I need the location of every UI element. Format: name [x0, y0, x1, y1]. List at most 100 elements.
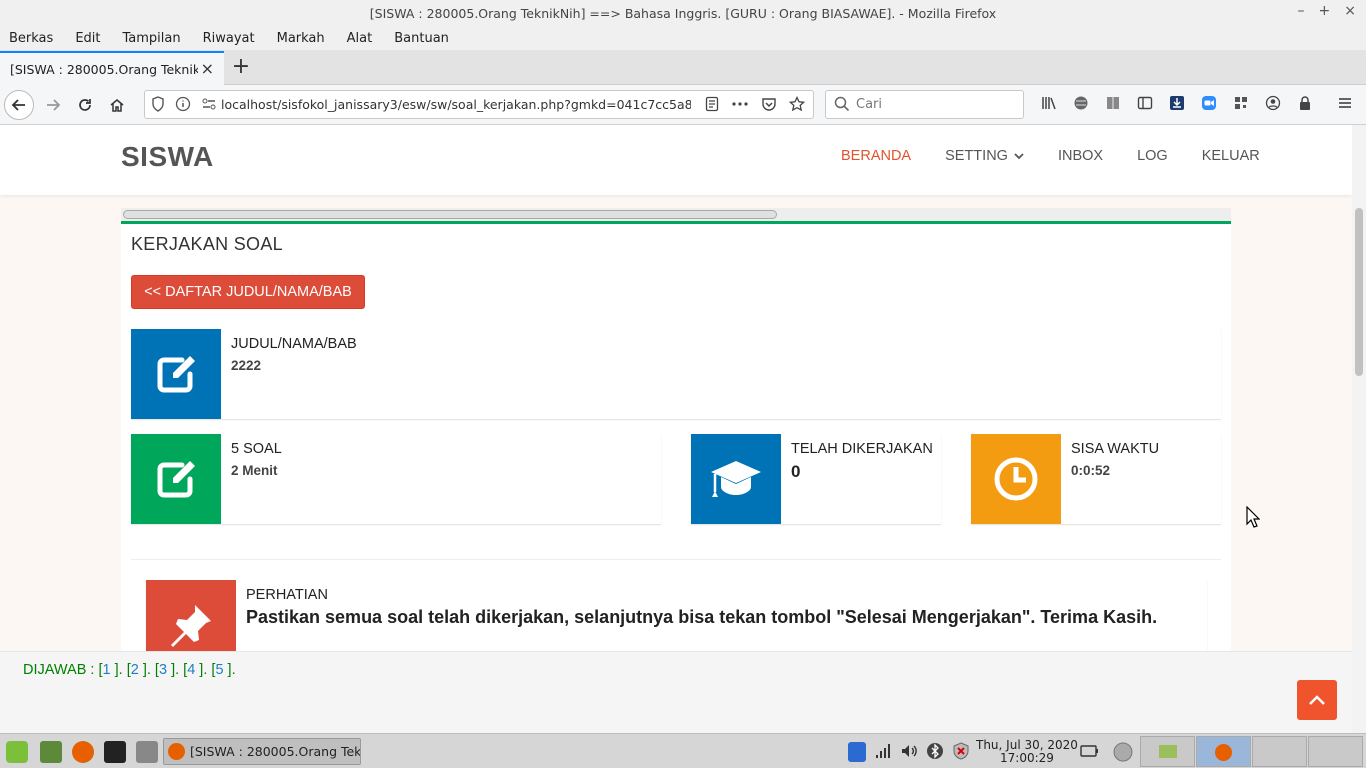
graduation-cap-icon [691, 434, 781, 524]
answer-link-5[interactable]: 5 [215, 662, 223, 678]
terminal-icon[interactable] [104, 741, 126, 763]
nav-beranda[interactable]: BERANDA [841, 148, 911, 164]
mint-menu-icon[interactable] [6, 741, 28, 763]
scroll-to-top-button[interactable] [1297, 680, 1337, 720]
maximize-button[interactable]: + [1319, 3, 1331, 19]
edit-icon [131, 434, 221, 524]
answer-link-4[interactable]: 4 [187, 662, 195, 678]
page-viewport: SISWA BERANDA SETTING INBOX LOG KELUAR K… [0, 125, 1352, 733]
container-icon[interactable] [1104, 95, 1122, 115]
menu-berkas[interactable]: Berkas [9, 31, 53, 46]
network-icon[interactable] [874, 742, 892, 764]
site-brand[interactable]: SISWA [121, 141, 214, 173]
clock[interactable]: Thu, Jul 30, 2020 17:00:29 [976, 739, 1078, 765]
bookmark-star-icon[interactable] [789, 96, 805, 112]
chevron-down-icon [1014, 152, 1024, 163]
horizontal-scrollbar[interactable] [121, 208, 1231, 221]
home-icon[interactable] [102, 90, 132, 120]
back-icon[interactable] [4, 90, 34, 120]
workspace-1[interactable] [1140, 736, 1195, 767]
tab-close-icon[interactable]: × [201, 59, 214, 78]
window-titlebar: [SISWA : 280005.Orang TeknikNih] ==> Bah… [0, 0, 1366, 26]
answer-link-2[interactable]: 2 [131, 662, 139, 678]
site-nav: BERANDA SETTING INBOX LOG KELUAR [841, 148, 1260, 164]
shield-warning-icon[interactable] [952, 742, 970, 764]
judul-label: JUDUL/NAMA/BAB [231, 336, 357, 352]
sidebar-icon[interactable] [1136, 95, 1154, 115]
menu-riwayat[interactable]: Riwayat [203, 31, 255, 46]
page-actions-icon[interactable] [731, 96, 749, 112]
battery-icon[interactable] [1080, 743, 1100, 763]
system-tray [848, 742, 970, 764]
reader-view-icon[interactable] [705, 96, 719, 112]
account-icon[interactable] [1264, 95, 1282, 115]
reload-icon[interactable] [70, 90, 100, 120]
alert-text: Pastikan semua soal telah dikerjakan, se… [246, 607, 1158, 627]
waktu-value: 0:0:52 [1071, 463, 1111, 478]
nav-setting[interactable]: SETTING [945, 148, 1024, 164]
tab-active[interactable]: [SISWA : 280005.Orang TeknikNih × [0, 51, 224, 85]
bluetooth-icon[interactable] [926, 742, 944, 764]
firefox-icon [1215, 744, 1232, 761]
info-box-judul: JUDUL/NAMA/BAB 2222 [131, 329, 1221, 419]
show-desktop-icon[interactable] [40, 741, 62, 763]
permissions-icon[interactable] [201, 96, 217, 112]
volume-icon[interactable] [900, 742, 918, 764]
panel-top-border [121, 221, 1231, 224]
vertical-scrollbar[interactable] [1352, 125, 1366, 733]
edit-icon [131, 329, 221, 419]
firefox-icon [168, 743, 185, 760]
bluetooth-app-icon[interactable] [848, 742, 866, 762]
info-icon[interactable] [175, 96, 191, 112]
tab-bar: [SISWA : 280005.Orang TeknikNih × + [0, 50, 1366, 85]
download-icon[interactable] [1168, 95, 1186, 115]
answer-link-1[interactable]: 1 [103, 662, 111, 678]
search-placeholder: Cari [856, 97, 882, 112]
zoom-meeting-icon[interactable] [1200, 95, 1218, 115]
globe-icon[interactable] [1072, 95, 1090, 115]
daftar-judul-button[interactable]: << DAFTAR JUDUL/NAMA/BAB [131, 275, 365, 309]
workspace-4[interactable] [1308, 736, 1363, 767]
files-icon[interactable] [136, 741, 158, 763]
search-input[interactable]: Cari [825, 90, 1024, 119]
close-window-button[interactable]: × [1344, 3, 1356, 19]
mouse-cursor-icon [1246, 506, 1260, 528]
alert-label: PERHATIAN [246, 587, 328, 603]
answer-link-3[interactable]: 3 [159, 662, 167, 678]
menu-edit[interactable]: Edit [75, 31, 100, 46]
workspace-2[interactable] [1196, 736, 1251, 767]
lock-icon[interactable] [1296, 95, 1314, 115]
dikerjakan-value: 0 [791, 462, 801, 481]
menu-tampilan[interactable]: Tampilan [123, 31, 181, 46]
menu-alat[interactable]: Alat [347, 31, 373, 46]
hamburger-menu-icon[interactable] [1336, 95, 1354, 115]
clock-icon [971, 434, 1061, 524]
minimize-button[interactable]: – [1298, 3, 1305, 19]
nav-log[interactable]: LOG [1137, 148, 1168, 164]
forward-icon[interactable] [38, 90, 68, 120]
firefox-launcher-icon[interactable] [72, 741, 94, 763]
judul-value: 2222 [231, 358, 262, 373]
library-icon[interactable] [1040, 95, 1058, 115]
nav-inbox[interactable]: INBOX [1058, 148, 1103, 164]
vertical-scroll-thumb[interactable] [1355, 208, 1363, 376]
menu-markah[interactable]: Markah [277, 31, 325, 46]
pocket-icon[interactable] [761, 96, 777, 112]
toolbar-icons [1040, 95, 1354, 115]
shield-icon[interactable] [151, 96, 165, 112]
soal-value: 2 Menit [231, 463, 278, 478]
menu-bar: Berkas Edit Tampilan Riwayat Markah Alat… [0, 26, 1366, 50]
answered-prefix: DIJAWAB : [23, 662, 99, 678]
url-actions [705, 96, 805, 112]
new-tab-icon[interactable]: + [230, 54, 252, 79]
search-icon [834, 96, 850, 112]
workspace-3[interactable] [1252, 736, 1307, 767]
nav-keluar[interactable]: KELUAR [1202, 148, 1260, 164]
taskbar-window-firefox[interactable]: [SISWA : 280005.Orang Tekn... [163, 738, 361, 765]
url-bar[interactable]: localhost/sisfokol_janissary3/esw/sw/soa… [144, 90, 814, 119]
menu-bantuan[interactable]: Bantuan [394, 31, 449, 46]
qr-code-icon[interactable] [1232, 95, 1250, 115]
user-session-icon[interactable] [1113, 742, 1133, 766]
taskbar: [SISWA : 280005.Orang Tekn... Thu, Jul 3… [0, 733, 1366, 768]
horizontal-scroll-thumb[interactable] [123, 210, 777, 219]
